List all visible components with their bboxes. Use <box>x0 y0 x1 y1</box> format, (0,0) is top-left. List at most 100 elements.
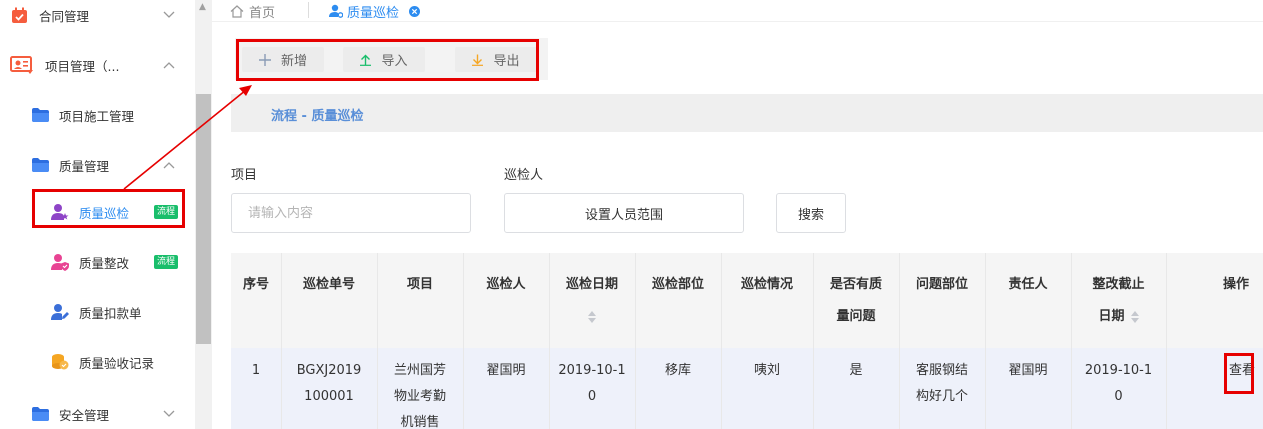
cell-inspection-date: 2019-10-1 0 <box>549 358 635 410</box>
sort-icon[interactable] <box>1130 310 1139 324</box>
scrollbar-thumb[interactable] <box>196 94 211 344</box>
user-shield-icon <box>51 253 69 271</box>
sidebar-item-label: 安全管理 <box>59 407 110 423</box>
home-icon <box>230 4 244 18</box>
app-root: 合同管理 项目管理（... 项目施工管理 质量管理 质量巡检 流程 质量整改 流… <box>0 0 1263 429</box>
project-filter-label: 项目 <box>231 168 258 183</box>
chevron-up-icon[interactable] <box>163 59 175 71</box>
cell-has-issue: 是 <box>849 363 863 378</box>
cell-deadline: 2019-10-1 0 <box>1071 358 1166 410</box>
user-star-icon <box>51 203 69 221</box>
sidebar-item-project[interactable]: 项目管理（... <box>0 40 195 90</box>
toolbar: 新增 导入 导出 <box>235 38 548 80</box>
flow-title-bar: 流程 - 质量巡检 <box>231 94 1263 132</box>
flow-title: 流程 - 质量巡检 <box>271 109 364 124</box>
header-order-no: 巡检单号 <box>302 277 355 292</box>
main-content: 新增 导入 导出 流程 - 质量巡检 项目 巡检人 设置人员范围 搜索 <box>212 22 1263 429</box>
inspection-table: 序号 巡检单号 项目 巡检人 巡检日期 巡检部位 巡检情况 是否有质 量问题 问… <box>231 253 1263 429</box>
sidebar-item-contract[interactable]: 合同管理 <box>0 0 195 40</box>
sidebar-item-safety[interactable]: 安全管理 <box>0 389 195 429</box>
chevron-up-icon[interactable] <box>163 159 175 171</box>
sidebar-item-quality-rectify[interactable]: 质量整改 流程 <box>0 237 195 287</box>
sidebar-item-construction[interactable]: 项目施工管理 <box>0 90 195 140</box>
coins-icon <box>51 353 69 371</box>
tab-home[interactable]: 首页 <box>230 0 275 22</box>
header-seq: 序号 <box>242 277 269 292</box>
plus-icon <box>258 53 271 66</box>
cell-owner: 翟国明 <box>1008 363 1048 378</box>
cell-date-line1: 2019-10-1 <box>558 363 626 378</box>
calendar-icon <box>10 6 28 24</box>
tab-quality-inspection[interactable]: 质量巡检 <box>329 0 421 22</box>
sidebar-item-label: 项目施工管理 <box>59 108 135 124</box>
search-button[interactable]: 搜索 <box>776 193 846 233</box>
header-issue-part: 问题部位 <box>915 277 968 292</box>
view-link[interactable]: 查看 <box>1221 358 1263 384</box>
cell-inspector: 翟国明 <box>486 363 526 378</box>
header-inspector: 巡检人 <box>486 277 526 292</box>
folder-icon <box>32 158 49 172</box>
header-part: 巡检部位 <box>651 277 704 292</box>
inspector-filter-label: 巡检人 <box>504 168 544 183</box>
header-owner: 责任人 <box>1008 277 1048 292</box>
cell-date-line2: 0 <box>587 389 597 404</box>
export-button-label: 导出 <box>493 54 520 69</box>
header-deadline[interactable]: 整改截止 日期 <box>1071 269 1166 333</box>
tab-home-label: 首页 <box>249 5 276 21</box>
tab-separator <box>308 2 309 18</box>
sidebar: 合同管理 项目管理（... 项目施工管理 质量管理 质量巡检 流程 质量整改 流… <box>0 0 195 429</box>
workflow-badge: 流程 <box>154 205 179 219</box>
header-has-issue: 是否有质 量问题 <box>813 269 899 333</box>
cell-order-no-line1: BGXJ2019 <box>296 363 362 378</box>
sidebar-item-quality-deduction[interactable]: 质量扣款单 <box>0 287 195 337</box>
tab-bar: 首页 质量巡检 <box>212 0 1263 22</box>
sidebar-item-label: 质量整改 <box>79 255 130 271</box>
cell-project: 兰州国芳 物业考勤 机销售 <box>377 358 463 429</box>
sidebar-item-quality-inspection[interactable]: 质量巡检 流程 <box>0 187 195 237</box>
workflow-badge: 流程 <box>154 255 179 269</box>
user-edit-icon <box>51 303 69 321</box>
scroll-up-icon[interactable]: ▲ <box>199 2 206 12</box>
set-inspector-range-button[interactable]: 设置人员范围 <box>504 193 744 233</box>
cell-deadline-line2: 0 <box>1114 389 1123 404</box>
sort-icon[interactable] <box>549 301 635 333</box>
header-inspection-date[interactable]: 巡检日期 <box>549 269 635 333</box>
header-has-issue-line1: 是否有质 <box>829 277 882 292</box>
cell-order-no-line2: 100001 <box>304 389 354 404</box>
close-icon[interactable] <box>409 5 421 17</box>
download-icon <box>472 54 484 66</box>
cell-issue-part: 客服钢结 构好几个 <box>899 358 985 410</box>
import-button[interactable]: 导入 <box>343 47 425 72</box>
project-input[interactable] <box>231 193 471 233</box>
add-button-label: 新增 <box>280 54 307 69</box>
upload-icon <box>360 54 372 66</box>
cell-issue-part-line2: 构好几个 <box>915 389 968 404</box>
add-button[interactable]: 新增 <box>242 47 324 72</box>
cell-issue-part-line1: 客服钢结 <box>915 363 968 378</box>
header-action: 操作 <box>1222 277 1249 292</box>
chevron-down-icon[interactable] <box>163 9 175 21</box>
sidebar-item-label: 质量验收记录 <box>79 355 155 371</box>
cell-project-line2: 物业考勤 <box>393 389 446 404</box>
sidebar-item-quality-acceptance[interactable]: 质量验收记录 <box>0 337 195 387</box>
sidebar-scrollbar[interactable]: ▲ <box>195 0 212 429</box>
tab-current-label: 质量巡检 <box>347 5 400 21</box>
sidebar-item-quality[interactable]: 质量管理 <box>0 140 195 190</box>
sidebar-item-label: 质量巡检 <box>79 205 130 221</box>
sidebar-item-label: 质量扣款单 <box>79 305 142 321</box>
folder-icon <box>32 407 49 421</box>
user-settings-icon <box>329 4 343 18</box>
export-button[interactable]: 导出 <box>455 47 537 72</box>
sidebar-item-label: 合同管理 <box>39 8 90 24</box>
chevron-down-icon[interactable] <box>163 408 175 420</box>
header-deadline-line2: 日期 <box>1071 301 1166 333</box>
project-board-icon <box>10 55 34 75</box>
cell-situation: 咦刘 <box>753 363 780 378</box>
cell-project-line3: 机销售 <box>400 415 440 429</box>
cell-order-no: BGXJ2019 100001 <box>281 358 377 410</box>
cell-part: 移库 <box>664 363 691 378</box>
cell-deadline-line1: 2019-10-1 <box>1084 363 1153 378</box>
cell-seq: 1 <box>251 363 261 378</box>
header-has-issue-line2: 量问题 <box>836 309 876 324</box>
header-situation: 巡检情况 <box>740 277 793 292</box>
